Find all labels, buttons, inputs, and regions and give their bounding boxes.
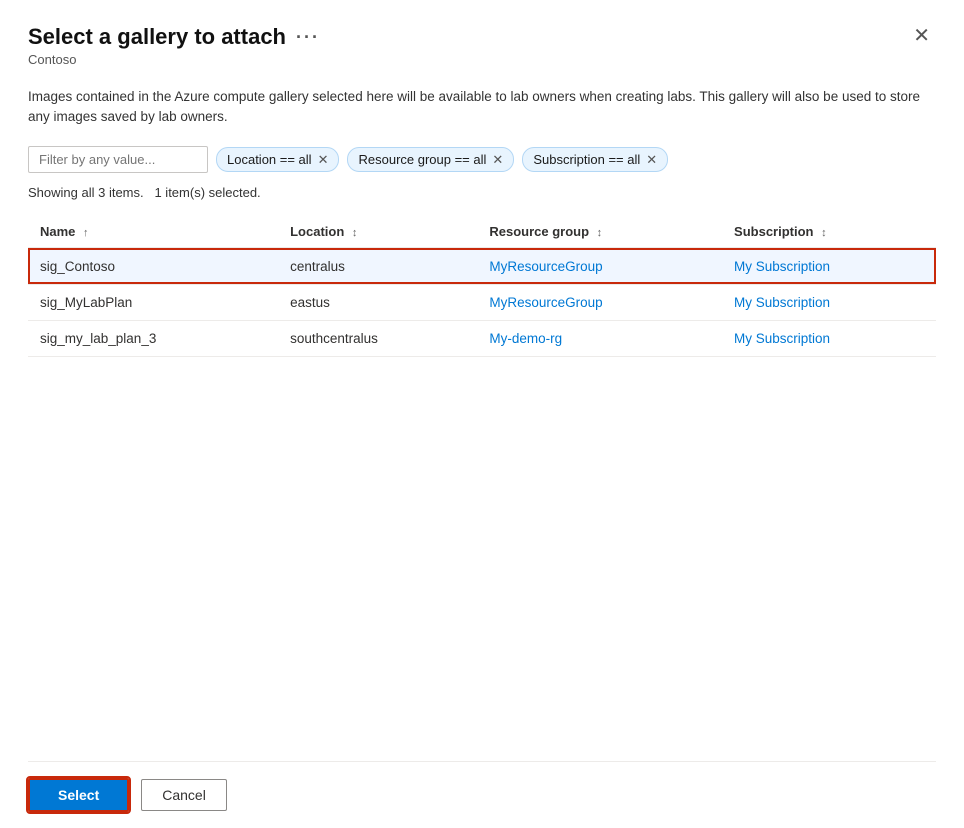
filter-input[interactable] xyxy=(28,146,208,173)
gallery-table-container: Name ↑ Location ↕ Resource group ↕ Subsc… xyxy=(28,216,936,762)
resourcegroup-tag-label: Resource group == all xyxy=(358,152,486,167)
col-rg-sort-icon: ↕ xyxy=(597,227,603,239)
cell-location: southcentralus xyxy=(278,320,477,356)
col-subscription-header[interactable]: Subscription ↕ xyxy=(722,216,936,248)
table-body: sig_ContosocentralusMyResourceGroupMy Su… xyxy=(28,248,936,357)
table-row[interactable]: sig_MyLabPlaneastusMyResourceGroupMy Sub… xyxy=(28,284,936,320)
dialog-description: Images contained in the Azure compute ga… xyxy=(28,87,928,128)
cell-name: sig_MyLabPlan xyxy=(28,284,278,320)
location-tag-close[interactable]: ✕ xyxy=(318,153,329,166)
col-location-header[interactable]: Location ↕ xyxy=(278,216,477,248)
filter-row: Location == all ✕ Resource group == all … xyxy=(28,146,936,173)
cell-resourcegroup[interactable]: MyResourceGroup xyxy=(477,248,722,285)
dialog-title: Select a gallery to attach ··· xyxy=(28,24,320,50)
cell-name: sig_my_lab_plan_3 xyxy=(28,320,278,356)
col-sub-sort-icon: ↕ xyxy=(821,227,827,239)
location-tag-label: Location == all xyxy=(227,152,312,167)
resourcegroup-filter-tag: Resource group == all ✕ xyxy=(347,147,514,172)
dialog-header: Select a gallery to attach ··· Contoso ✕ xyxy=(28,24,936,67)
cell-subscription[interactable]: My Subscription xyxy=(722,284,936,320)
gallery-table: Name ↑ Location ↕ Resource group ↕ Subsc… xyxy=(28,216,936,357)
cell-resourcegroup[interactable]: MyResourceGroup xyxy=(477,284,722,320)
cell-location: centralus xyxy=(278,248,477,285)
cell-name: sig_Contoso xyxy=(28,248,278,285)
col-location-sort-icon: ↕ xyxy=(352,227,358,239)
select-gallery-dialog: Select a gallery to attach ··· Contoso ✕… xyxy=(0,0,964,828)
cell-resourcegroup[interactable]: My-demo-rg xyxy=(477,320,722,356)
cell-subscription[interactable]: My Subscription xyxy=(722,248,936,285)
table-row[interactable]: sig_my_lab_plan_3southcentralusMy-demo-r… xyxy=(28,320,936,356)
col-name-sort-icon: ↑ xyxy=(83,227,89,239)
title-text: Select a gallery to attach xyxy=(28,24,286,50)
cancel-button[interactable]: Cancel xyxy=(141,779,227,811)
dialog-subtitle: Contoso xyxy=(28,52,320,67)
col-resourcegroup-header[interactable]: Resource group ↕ xyxy=(477,216,722,248)
resourcegroup-tag-close[interactable]: ✕ xyxy=(492,153,503,166)
dialog-footer: Select Cancel xyxy=(28,761,936,828)
dialog-title-area: Select a gallery to attach ··· Contoso xyxy=(28,24,320,67)
showing-text: Showing all 3 items. 1 item(s) selected. xyxy=(28,185,936,200)
close-button[interactable]: ✕ xyxy=(907,24,936,48)
table-header-row: Name ↑ Location ↕ Resource group ↕ Subsc… xyxy=(28,216,936,248)
location-filter-tag: Location == all ✕ xyxy=(216,147,339,172)
col-name-header[interactable]: Name ↑ xyxy=(28,216,278,248)
subscription-tag-close[interactable]: ✕ xyxy=(646,153,657,166)
col-location-label: Location xyxy=(290,224,344,239)
col-sub-label: Subscription xyxy=(734,224,813,239)
cell-subscription[interactable]: My Subscription xyxy=(722,320,936,356)
ellipsis-menu[interactable]: ··· xyxy=(296,27,320,48)
subscription-tag-label: Subscription == all xyxy=(533,152,640,167)
table-row[interactable]: sig_ContosocentralusMyResourceGroupMy Su… xyxy=(28,248,936,285)
selected-count: 1 item(s) selected. xyxy=(154,185,260,200)
col-rg-label: Resource group xyxy=(489,224,589,239)
col-name-label: Name xyxy=(40,224,75,239)
cell-location: eastus xyxy=(278,284,477,320)
select-button[interactable]: Select xyxy=(28,778,129,812)
showing-count: Showing all 3 items. xyxy=(28,185,144,200)
subscription-filter-tag: Subscription == all ✕ xyxy=(522,147,668,172)
